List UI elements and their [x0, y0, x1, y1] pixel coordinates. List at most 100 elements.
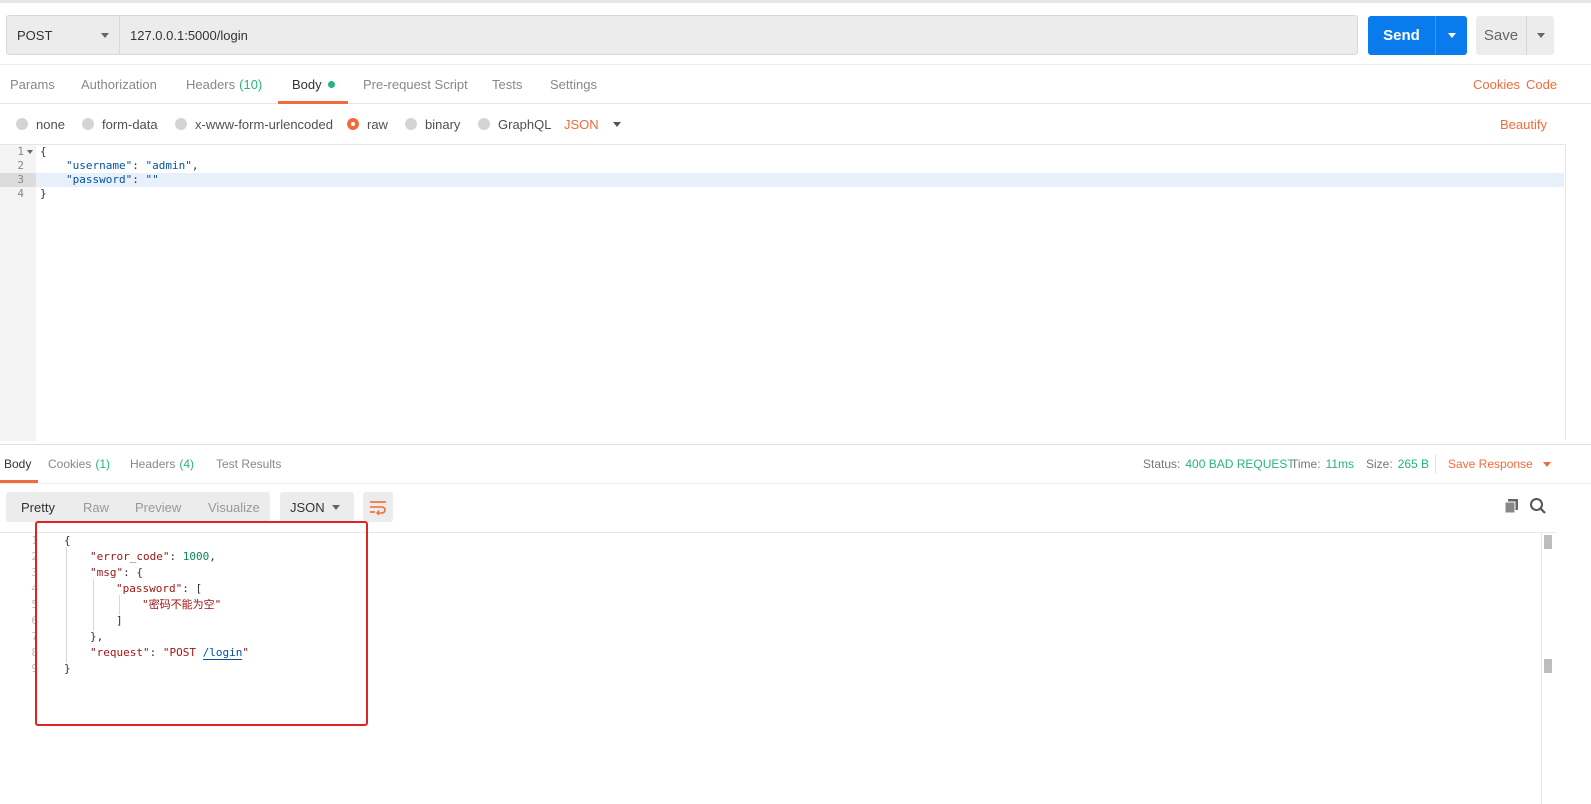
body-type-selector: none form-data x-www-form-urlencoded raw… — [0, 104, 1591, 144]
line-number: 9 — [31, 662, 38, 675]
request-body-editor[interactable]: 1 2 3 4 { "username": "admin", "password… — [0, 144, 1566, 441]
view-pretty-button[interactable]: Pretty — [21, 492, 55, 522]
radio-graphql[interactable]: GraphQL — [478, 104, 551, 144]
code-line: { — [40, 145, 47, 159]
status-indicator: Status: 400 BAD REQUEST — [1143, 445, 1295, 483]
request-tabs: Params Authorization Headers (10) Body Pr… — [0, 64, 1591, 104]
line-number: 4 — [31, 582, 38, 595]
line-number: 4 — [17, 187, 24, 200]
language-select[interactable]: JSON — [564, 104, 621, 144]
line-number: 8 — [31, 646, 38, 659]
chevron-down-icon — [1447, 33, 1456, 38]
view-raw-button[interactable]: Raw — [83, 492, 109, 522]
send-button[interactable]: Send — [1368, 16, 1435, 55]
time-value: 11ms — [1325, 457, 1355, 471]
tab-settings[interactable]: Settings — [550, 65, 597, 103]
active-tab-underline — [0, 480, 38, 483]
radio-form-data[interactable]: form-data — [82, 104, 158, 144]
code-token: , — [191, 159, 199, 172]
vertical-scrollbar[interactable] — [1541, 533, 1556, 804]
language-value: JSON — [564, 116, 599, 132]
radio-none[interactable]: none — [16, 104, 65, 144]
chevron-down-icon — [101, 32, 109, 38]
radio-circle — [478, 118, 490, 130]
line-number: 7 — [31, 630, 38, 643]
search-icon[interactable] — [1529, 497, 1547, 515]
radio-label: form-data — [102, 116, 158, 132]
beautify-link[interactable]: Beautify — [1500, 104, 1547, 144]
radio-label: GraphQL — [498, 116, 552, 132]
code-token: : — [132, 159, 146, 172]
line-number: 1 — [31, 534, 38, 547]
cookies-count: (1) — [95, 457, 111, 471]
tab-label: Authorization — [81, 76, 157, 92]
code-token: } — [40, 187, 47, 200]
radio-raw[interactable]: raw — [347, 104, 388, 144]
tab-response-cookies[interactable]: Cookies (1) — [48, 445, 110, 483]
status-label: Status: — [1143, 457, 1181, 471]
tab-prerequest-script[interactable]: Pre-request Script — [363, 65, 468, 103]
annotation-highlight-box — [35, 521, 368, 726]
json-value: "admin" — [145, 159, 192, 172]
tab-label: Settings — [550, 76, 597, 92]
tab-response-headers[interactable]: Headers (4) — [130, 445, 194, 483]
tab-label: Body — [4, 457, 32, 471]
divider — [1435, 454, 1436, 474]
code-token: : — [132, 173, 146, 186]
response-format-select[interactable]: JSON — [280, 492, 354, 522]
radio-circle — [82, 118, 94, 130]
radio-circle-selected — [347, 118, 359, 130]
code-line: } — [40, 187, 47, 201]
active-line-highlight — [0, 173, 1564, 187]
radio-label: none — [36, 116, 65, 132]
tab-label: Test Results — [216, 457, 282, 471]
chevron-down-icon — [332, 505, 340, 510]
fold-arrow-icon[interactable] — [27, 150, 33, 154]
code-line: "username": "admin", — [66, 159, 198, 173]
line-number: 1 — [17, 145, 24, 158]
tab-test-results[interactable]: Test Results — [216, 445, 281, 483]
headers-count: (4) — [179, 457, 195, 471]
copy-icon[interactable] — [1504, 498, 1520, 514]
radio-binary[interactable]: binary — [405, 104, 460, 144]
headers-count: (10) — [239, 76, 263, 92]
code-link[interactable]: Code — [1526, 65, 1557, 103]
save-response-button[interactable]: Save Response — [1448, 445, 1551, 483]
response-tabs: Body Cookies (1) Headers (4) Test Results … — [0, 444, 1591, 484]
save-button[interactable]: Save — [1476, 16, 1526, 55]
wrap-icon — [370, 501, 386, 515]
tab-label: Headers — [130, 457, 176, 471]
tab-body[interactable]: Body — [292, 65, 335, 103]
tab-authorization[interactable]: Authorization — [81, 65, 157, 103]
json-key: "password" — [66, 173, 133, 186]
radio-label: x-www-form-urlencoded — [195, 116, 333, 132]
wrap-lines-button[interactable] — [363, 492, 393, 522]
json-key: "username" — [66, 159, 133, 172]
request-url-bar: POST 127.0.0.1:5000/login Send Save — [0, 0, 1591, 64]
line-number: 3 — [31, 566, 38, 579]
tab-params[interactable]: Params — [10, 65, 55, 103]
tab-label: Headers — [186, 76, 236, 92]
line-number: 5 — [31, 598, 38, 611]
url-input[interactable]: 127.0.0.1:5000/login — [120, 15, 1358, 55]
tab-response-body[interactable]: Body — [4, 445, 31, 483]
line-number: 2 — [17, 159, 24, 172]
chevron-down-icon — [1536, 33, 1545, 38]
radio-urlencoded[interactable]: x-www-form-urlencoded — [175, 104, 333, 144]
view-visualize-button[interactable]: Visualize — [208, 492, 260, 522]
size-label: Size: — [1366, 457, 1393, 471]
send-options-button[interactable] — [1435, 16, 1467, 55]
save-options-button[interactable] — [1526, 16, 1554, 55]
method-select[interactable]: POST — [6, 15, 120, 55]
code-token: { — [40, 145, 47, 158]
code-line: "password": "" — [66, 173, 159, 187]
tab-label: Body — [292, 76, 322, 92]
time-label: Time: — [1291, 457, 1321, 471]
response-view-switcher: Pretty Raw Preview Visualize — [6, 492, 270, 522]
cookies-link[interactable]: Cookies — [1473, 65, 1520, 103]
radio-circle — [16, 118, 28, 130]
view-preview-button[interactable]: Preview — [135, 492, 181, 522]
tab-label: Params — [10, 76, 55, 92]
tab-tests[interactable]: Tests — [492, 65, 522, 103]
tab-headers[interactable]: Headers (10) — [186, 65, 262, 103]
